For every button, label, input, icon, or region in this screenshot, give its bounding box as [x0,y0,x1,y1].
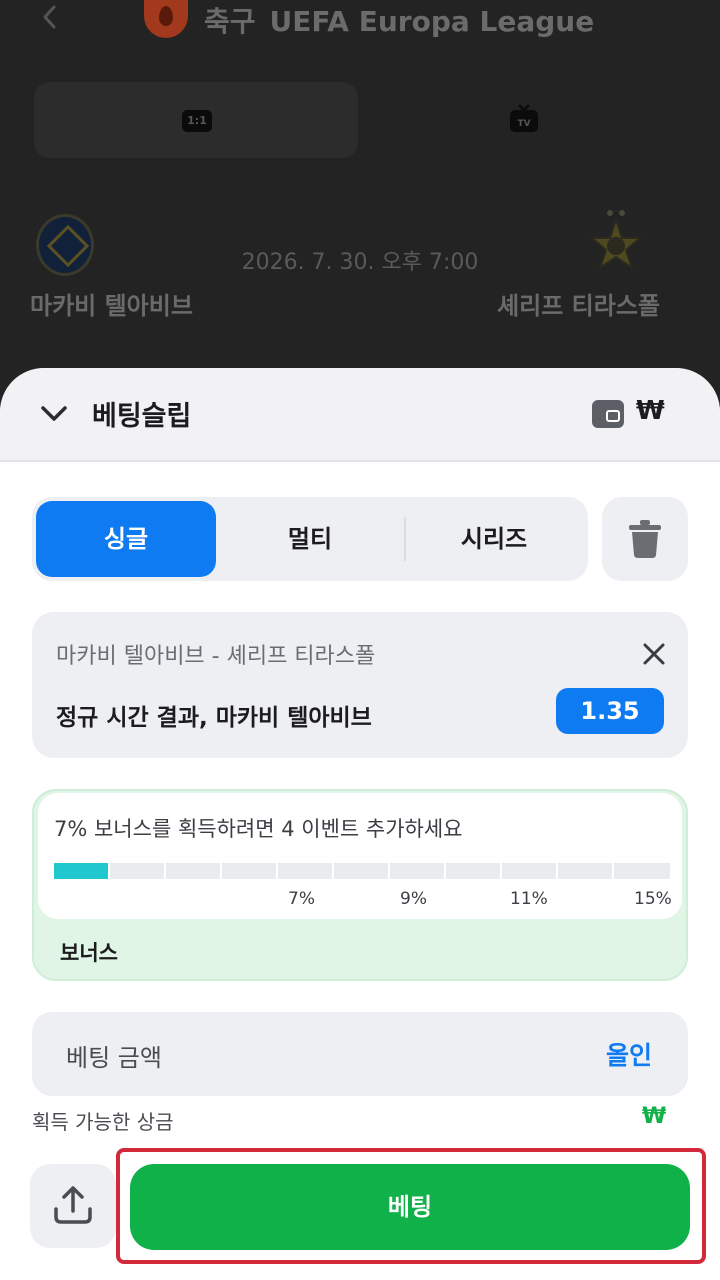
bonus-progress-segment [334,863,388,879]
bonus-progress-bar [54,863,670,879]
bonus-progress-segment [110,863,164,879]
bonus-tick-15: 15% [634,889,672,909]
bet-amount-placeholder: 베팅 금액 [66,1044,162,1072]
bonus-tick-9: 9% [400,889,427,909]
back-icon[interactable] [40,4,60,30]
bonus-progress-segment [166,863,220,879]
bet-market: 정규 시간 결과, 마카비 텔아비브 [56,705,372,731]
bet-type-selector: 싱글 멀티 시리즈 [32,497,588,581]
potential-winnings-label: 획득 가능한 상금 [32,1110,174,1134]
share-button[interactable] [30,1164,116,1248]
match-header: 축구 UEFA Europa League [0,0,720,40]
tab-multi[interactable]: 멀티 [218,501,402,577]
h2h-icon: 1:1 [182,110,212,132]
all-in-button[interactable]: 올인 [606,1036,652,1072]
betting-slip-title: 베팅슬립 [92,401,192,432]
league-name: UEFA Europa League [269,5,595,38]
wallet-icon[interactable] [592,400,624,428]
bonus-card: 7% 보너스를 획득하려면 4 이벤트 추가하세요 7% 9% 11% 15% … [32,789,688,981]
bonus-progress-fill [54,863,108,879]
bonus-progress-segment [614,863,670,879]
bet-event-name: 마카비 텔아비브 - 셰리프 티라스폴 [56,644,376,669]
balance-currency[interactable]: ₩ [636,396,665,426]
bonus-message: 7% 보너스를 획득하려면 4 이벤트 추가하세요 [54,817,463,841]
bet-button-highlight [116,1148,706,1264]
potential-winnings-value: ₩ [642,1104,667,1129]
bonus-progress-segment [446,863,500,879]
betting-slip-header: 베팅슬립 ₩ [0,368,720,462]
league-title: 축구 UEFA Europa League [204,0,594,40]
bonus-progress-segment [502,863,556,879]
betting-slip-sheet: 베팅슬립 ₩ 싱글 멀티 시리즈 마카비 텔아비브 - 셰리프 티라스폴 정규 … [0,368,720,1280]
away-team-name: 셰리프 티라스폴 [497,292,660,320]
tab-series[interactable]: 시리즈 [404,501,584,577]
sport-name: 축구 [204,5,256,38]
close-icon[interactable] [642,642,666,666]
bonus-progress-segment [222,863,276,879]
tab-h2h[interactable]: 1:1 [34,82,358,158]
share-icon [54,1186,92,1224]
bonus-progress-segment [558,863,612,879]
svg-text:TV: TV [517,119,530,129]
bonus-tick-7: 7% [288,889,315,909]
sport-logo [144,0,188,38]
clear-slip-button[interactable] [602,497,688,581]
bet-selection-card: 마카비 텔아비브 - 셰리프 티라스폴 정규 시간 결과, 마카비 텔아비브 1… [32,612,688,758]
home-team-name: 마카비 텔아비브 [30,292,193,320]
chevron-down-icon[interactable] [38,400,70,426]
tv-icon[interactable]: TV [508,104,540,134]
bonus-progress-panel: 7% 보너스를 획득하려면 4 이벤트 추가하세요 7% 9% 11% 15% [38,793,682,919]
bet-amount-field[interactable]: 베팅 금액 올인 [32,1012,688,1096]
bonus-tick-11: 11% [510,889,548,909]
match-screen-background: 축구 UEFA Europa League 1:1 TV 마카비 텔아비브 202… [0,0,720,420]
bonus-label: 보너스 [60,941,118,965]
away-team-crest [589,210,643,271]
bonus-progress-segment [390,863,444,879]
odds-badge: 1.35 [556,688,664,734]
tab-single[interactable]: 싱글 [36,501,216,577]
trash-icon [629,520,661,558]
bonus-progress-segment [278,863,332,879]
match-view-tabs: 1:1 TV [34,82,686,158]
